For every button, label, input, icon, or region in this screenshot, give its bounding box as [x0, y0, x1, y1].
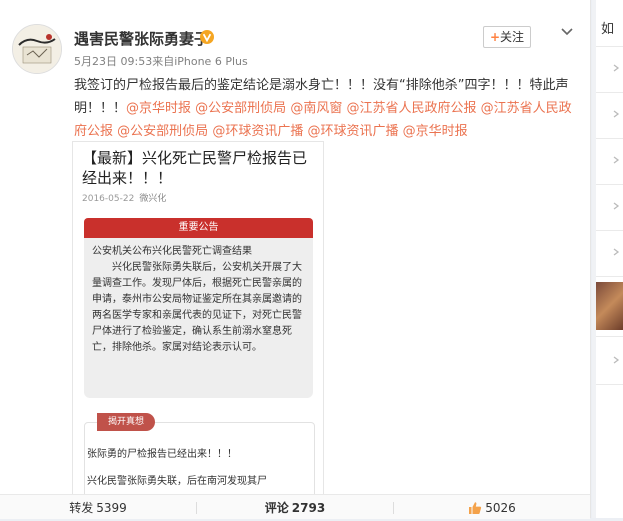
divider — [596, 276, 623, 277]
like-button[interactable]: 5026 — [394, 495, 590, 519]
mention-link[interactable]: @公安部刑侦局 — [195, 101, 286, 116]
article-date-text: 2016-05-22 — [82, 194, 135, 204]
divider — [596, 184, 623, 185]
notice-body: 公安机关公布兴化民警死亡调查结果 兴化民警张际勇失联后，公安机关开展了大量调查工… — [84, 238, 313, 398]
chevron-right-icon[interactable] — [612, 248, 620, 256]
mention-link[interactable]: @环球资讯广播 — [307, 124, 398, 139]
chevron-right-icon[interactable] — [612, 202, 620, 210]
repost-label: 转发 — [69, 501, 94, 515]
chevron-right-icon[interactable] — [612, 356, 620, 364]
post-actions-bar: 转发 5399 评论 2793 5026 — [0, 494, 590, 519]
divider — [596, 384, 623, 385]
notice-heading: 公安机关公布兴化民警死亡调查结果 — [92, 246, 252, 257]
mention-link[interactable]: @京华时报 — [403, 124, 468, 139]
divider — [596, 230, 623, 231]
mention-link[interactable]: @江苏省人民政府公报 — [346, 101, 476, 116]
divider — [596, 138, 623, 139]
repost-count: 5399 — [96, 501, 127, 515]
sidebar-thumbnail[interactable] — [596, 282, 623, 330]
plus-icon: + — [489, 30, 501, 44]
notice-header: 重要公告 — [84, 218, 313, 238]
thumbs-up-icon — [469, 502, 482, 514]
chevron-right-icon[interactable] — [612, 64, 620, 72]
chevron-right-icon[interactable] — [612, 156, 620, 164]
article-image[interactable]: 【最新】兴化死亡民警尸检报告已经出来！！！ 2016-05-22 微兴化 重要公告… — [72, 141, 324, 495]
divider — [596, 92, 623, 93]
follow-label: 关注 — [500, 30, 525, 44]
article-source: 微兴化 — [139, 194, 167, 204]
post-text: 我签订的尸检报告最后的鉴定结论是溺水身亡！！！没有“排除他杀”四字！！！特此声明… — [74, 74, 584, 143]
mention-link[interactable]: @环球资讯广播 — [212, 124, 303, 139]
sidebar-title: 如 — [601, 22, 615, 37]
right-sidebar — [596, 0, 623, 518]
avatar[interactable] — [12, 24, 62, 74]
article-title: 【最新】兴化死亡民警尸检报告已经出来！！！ — [82, 149, 308, 187]
repost-button[interactable]: 转发 5399 — [0, 495, 196, 519]
weibo-post-card: 遇害民警张际勇妻子 5月23日 09:53来自iPhone 6 Plus +关注… — [0, 0, 591, 519]
comment-label: 评论 — [264, 501, 289, 515]
like-count: 5026 — [485, 501, 516, 515]
divider — [596, 46, 623, 47]
mention-link[interactable]: @公安部刑侦局 — [117, 124, 208, 139]
chevron-right-icon[interactable] — [612, 110, 620, 118]
divider — [596, 336, 623, 337]
mention-link[interactable]: @京华时报 — [126, 101, 191, 116]
mention-link[interactable]: @南风窗 — [290, 101, 342, 116]
truth-line-1: 张际勇的尸检报告已经出来！！！ — [87, 449, 237, 460]
comment-count: 2793 — [291, 501, 326, 515]
username[interactable]: 遇害民警张际勇妻子 — [74, 28, 209, 49]
follow-button[interactable]: +关注 — [483, 26, 531, 48]
comment-button[interactable]: 评论 2793 — [197, 495, 393, 519]
notice-paragraph: 兴化民警张际勇失联后，公安机关开展了大量调查工作。发现尸体后，根据死亡民警亲属的… — [92, 262, 302, 353]
verified-v-icon — [200, 30, 214, 44]
post-meta: 5月23日 09:53来自iPhone 6 Plus — [74, 55, 248, 68]
article-date: 2016-05-22 微兴化 — [82, 191, 166, 204]
chevron-down-icon[interactable] — [560, 24, 574, 38]
truth-line-2: 兴化民警张际勇失联，后在南河发现其尸 — [87, 476, 267, 487]
truth-label: 揭开真想 — [97, 413, 155, 431]
